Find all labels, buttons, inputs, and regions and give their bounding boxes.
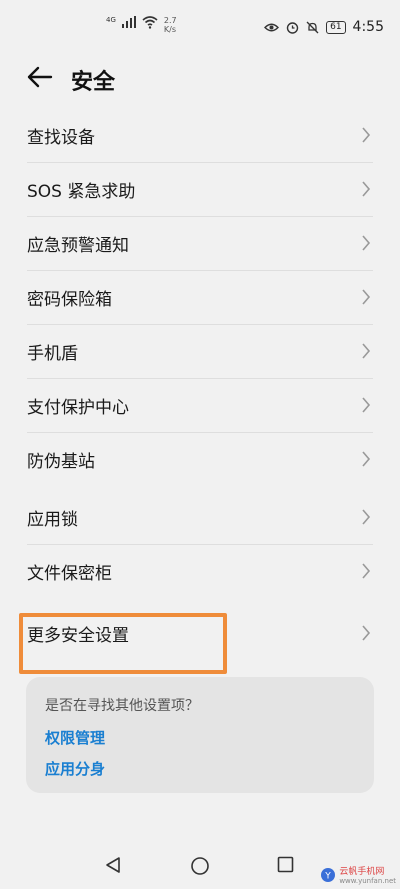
page-title: 安全 [71, 70, 116, 95]
chevron-right-icon [362, 625, 371, 641]
settings-group-2: 应用锁 文件保密柜 [0, 491, 400, 598]
settings-group-1: 查找设备 SOS 紧急求助 应急预警通知 密码保险箱 手机盾 支付保护中心 防伪… [0, 109, 400, 486]
menu-item-phone-shield[interactable]: 手机盾 [27, 325, 373, 379]
menu-item-password-vault[interactable]: 密码保险箱 [27, 271, 373, 325]
menu-item-label: 防伪基站 [27, 452, 95, 472]
battery-indicator: 61 [326, 20, 346, 34]
menu-item-label: 应用锁 [27, 510, 78, 530]
svg-text:Y: Y [325, 871, 332, 881]
watermark: Y 云帆手机网 www.yunfan.net [320, 864, 396, 885]
watermark-url: www.yunfan.net [339, 877, 396, 885]
chevron-right-icon [362, 397, 371, 413]
menu-item-app-lock[interactable]: 应用锁 [27, 491, 373, 545]
suggestion-card: 是否在寻找其他设置项？ 权限管理 应用分身 [26, 677, 374, 793]
circle-home-icon[interactable] [190, 856, 210, 876]
menu-item-label: 文件保密柜 [27, 564, 112, 584]
eye-icon [264, 23, 280, 31]
link-app-twin[interactable]: 应用分身 [45, 758, 105, 779]
signal-icon [121, 16, 136, 28]
watermark-logo-icon: Y [321, 867, 336, 882]
alarm-icon [286, 21, 299, 34]
menu-item-sos[interactable]: SOS 紧急求助 [27, 163, 373, 217]
menu-item-label: 查找设备 [27, 128, 95, 148]
chevron-right-icon [362, 509, 371, 525]
highlight-box [19, 613, 227, 674]
signal-label: 4G [106, 16, 116, 24]
chevron-right-icon [362, 181, 371, 197]
square-recents-icon[interactable] [277, 856, 294, 873]
status-right: 61 4:55 [264, 19, 384, 35]
app-bar: 安全 [0, 52, 400, 104]
menu-item-file-safe[interactable]: 文件保密柜 [27, 545, 373, 598]
triangle-back-icon[interactable] [104, 856, 122, 874]
chevron-right-icon [362, 343, 371, 359]
chevron-right-icon [362, 127, 371, 143]
chevron-right-icon [362, 235, 371, 251]
status-bar: 4G 2.7 K/s 61 4:55 [0, 0, 400, 48]
menu-item-fake-base-station[interactable]: 防伪基站 [27, 433, 373, 486]
menu-item-emergency-alerts[interactable]: 应急预警通知 [27, 217, 373, 271]
menu-item-payment-protection[interactable]: 支付保护中心 [27, 379, 373, 433]
watermark-text: 云帆手机网 [339, 867, 385, 877]
status-left: 4G 2.7 K/s [106, 16, 177, 34]
menu-item-label: 应急预警通知 [27, 236, 129, 256]
menu-item-find-device[interactable]: 查找设备 [27, 109, 373, 163]
menu-item-label: 支付保护中心 [27, 398, 129, 418]
chevron-right-icon [362, 451, 371, 467]
back-arrow-icon[interactable] [24, 62, 54, 92]
mute-icon [306, 21, 319, 33]
suggestion-question: 是否在寻找其他设置项？ [45, 698, 199, 714]
menu-item-label: 密码保险箱 [27, 290, 112, 310]
link-permission-management[interactable]: 权限管理 [45, 727, 105, 748]
menu-item-label: SOS 紧急求助 [27, 182, 136, 202]
chevron-right-icon [362, 563, 371, 579]
clock: 4:55 [352, 19, 384, 35]
menu-item-label: 手机盾 [27, 344, 78, 364]
chevron-right-icon [362, 289, 371, 305]
wifi-icon [142, 16, 158, 29]
network-speed: 2.7 K/s [163, 16, 177, 34]
